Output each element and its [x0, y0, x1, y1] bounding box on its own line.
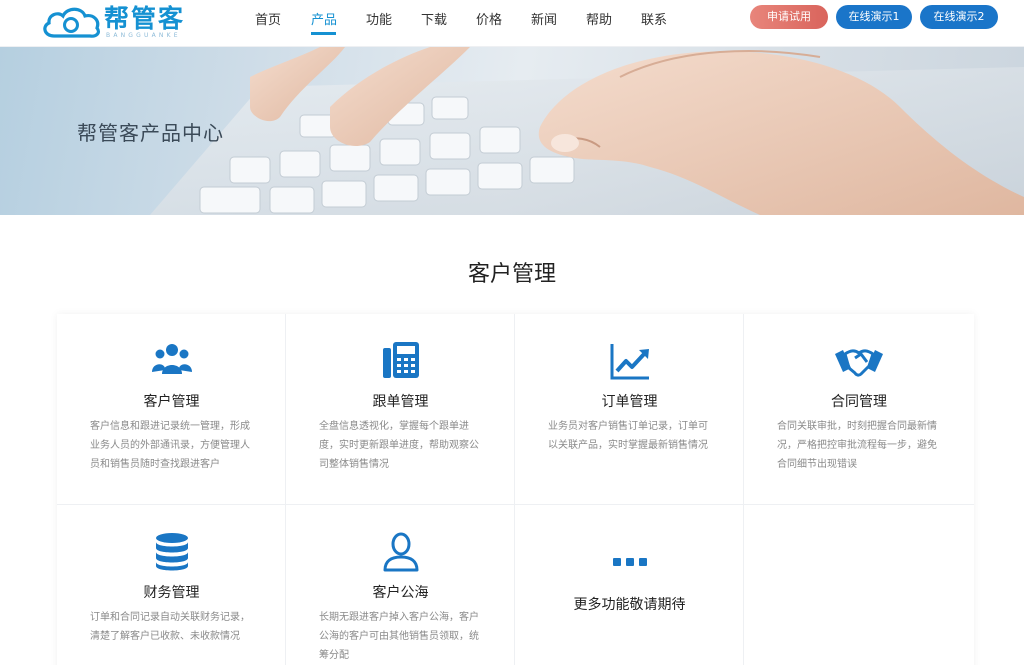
- card-description: 业务员对客户销售订单记录，订单可以关联产品，实时掌握最新销售情况: [548, 421, 708, 451]
- card-title: 跟单管理: [372, 394, 429, 410]
- brand-logo[interactable]: 帮管客 BANGGUANKE: [40, 4, 200, 40]
- database-icon: [156, 533, 188, 571]
- nav-item-home[interactable]: 首页: [255, 9, 281, 28]
- fax-phone-icon: [383, 342, 419, 378]
- card-title: 合同管理: [831, 394, 887, 410]
- card-title: 更多功能敬请期待: [573, 597, 686, 613]
- banner-title: 帮管客产品中心: [77, 121, 224, 145]
- card-description: 客户信息和跟进记录统一管理，形成业务人员的外部通讯录，方便管理人员和销售员随时查…: [90, 421, 250, 470]
- nav-item-features[interactable]: 功能: [366, 9, 392, 28]
- brand-subtitle: BANGGUANKE: [106, 32, 181, 39]
- card-description: 合同关联审批，时刻把握合同最新情况，严格把控审批流程每一步，避免合同细节出现错误: [777, 421, 937, 470]
- section-title: 客户管理: [467, 262, 556, 287]
- nav-item-download[interactable]: 下载: [421, 9, 447, 28]
- line-chart-icon: [610, 344, 649, 380]
- feature-grid: 客户管理 客户信息和跟进记录统一管理，形成业务人员的外部通讯录，方便管理人员和销…: [57, 314, 974, 665]
- user-outline-icon: [383, 532, 419, 572]
- apply-trial-button[interactable]: 申请试用: [750, 5, 828, 29]
- feature-card-contract[interactable]: 合同管理 合同关联审批，时刻把握合同最新情况，严格把控审批流程每一步，避免合同细…: [744, 314, 974, 505]
- users-icon: [152, 344, 192, 374]
- site-header: 帮管客 BANGGUANKE 首页 产品 功能 下载 价格 新闻 帮助 联系 申…: [0, 0, 1024, 47]
- card-description: 全盘信息透视化，掌握每个跟单进度，实时更新跟单进度，帮助观察公司整体销售情况: [319, 421, 479, 470]
- brand-name: 帮管客: [104, 4, 186, 33]
- nav-active-indicator: [311, 32, 336, 35]
- card-title: 客户管理: [143, 394, 200, 410]
- feature-card-more[interactable]: 更多功能敬请期待: [515, 505, 744, 665]
- card-title: 财务管理: [143, 585, 200, 601]
- online-demo-2-button[interactable]: 在线演示2: [920, 5, 998, 29]
- card-title: 订单管理: [601, 394, 658, 410]
- feature-card-followup[interactable]: 跟单管理 全盘信息透视化，掌握每个跟单进度，实时更新跟单进度，帮助观察公司整体销…: [286, 314, 515, 505]
- feature-card-finance[interactable]: 财务管理 订单和合同记录自动关联财务记录，清楚了解客户已收款、未收款情况: [57, 505, 286, 665]
- nav-item-help[interactable]: 帮助: [586, 9, 612, 28]
- handshake-icon: [835, 349, 883, 377]
- feature-card-customer[interactable]: 客户管理 客户信息和跟进记录统一管理，形成业务人员的外部通讯录，方便管理人员和销…: [57, 314, 286, 505]
- nav-item-news[interactable]: 新闻: [531, 9, 557, 28]
- nav-item-contact[interactable]: 联系: [641, 9, 667, 28]
- feature-card-empty: [744, 505, 974, 665]
- hero-banner: 帮管客产品中心: [0, 47, 1024, 215]
- online-demo-1-button[interactable]: 在线演示1: [836, 5, 912, 29]
- card-description: 长期无跟进客户掉入客户公海，客户公海的客户可由其他销售员领取，统筹分配: [319, 612, 479, 661]
- nav-item-product[interactable]: 产品: [311, 9, 337, 28]
- card-description: 订单和合同记录自动关联财务记录，清楚了解客户已收款、未收款情况: [90, 612, 250, 642]
- nav-item-pricing[interactable]: 价格: [476, 9, 502, 28]
- cloud-logo-icon: [43, 7, 101, 38]
- card-title: 客户公海: [372, 585, 429, 601]
- more-dots-icon: [613, 558, 647, 566]
- feature-card-public-pool[interactable]: 客户公海 长期无跟进客户掉入客户公海，客户公海的客户可由其他销售员领取，统筹分配: [286, 505, 515, 665]
- feature-card-order[interactable]: 订单管理 业务员对客户销售订单记录，订单可以关联产品，实时掌握最新销售情况: [515, 314, 744, 505]
